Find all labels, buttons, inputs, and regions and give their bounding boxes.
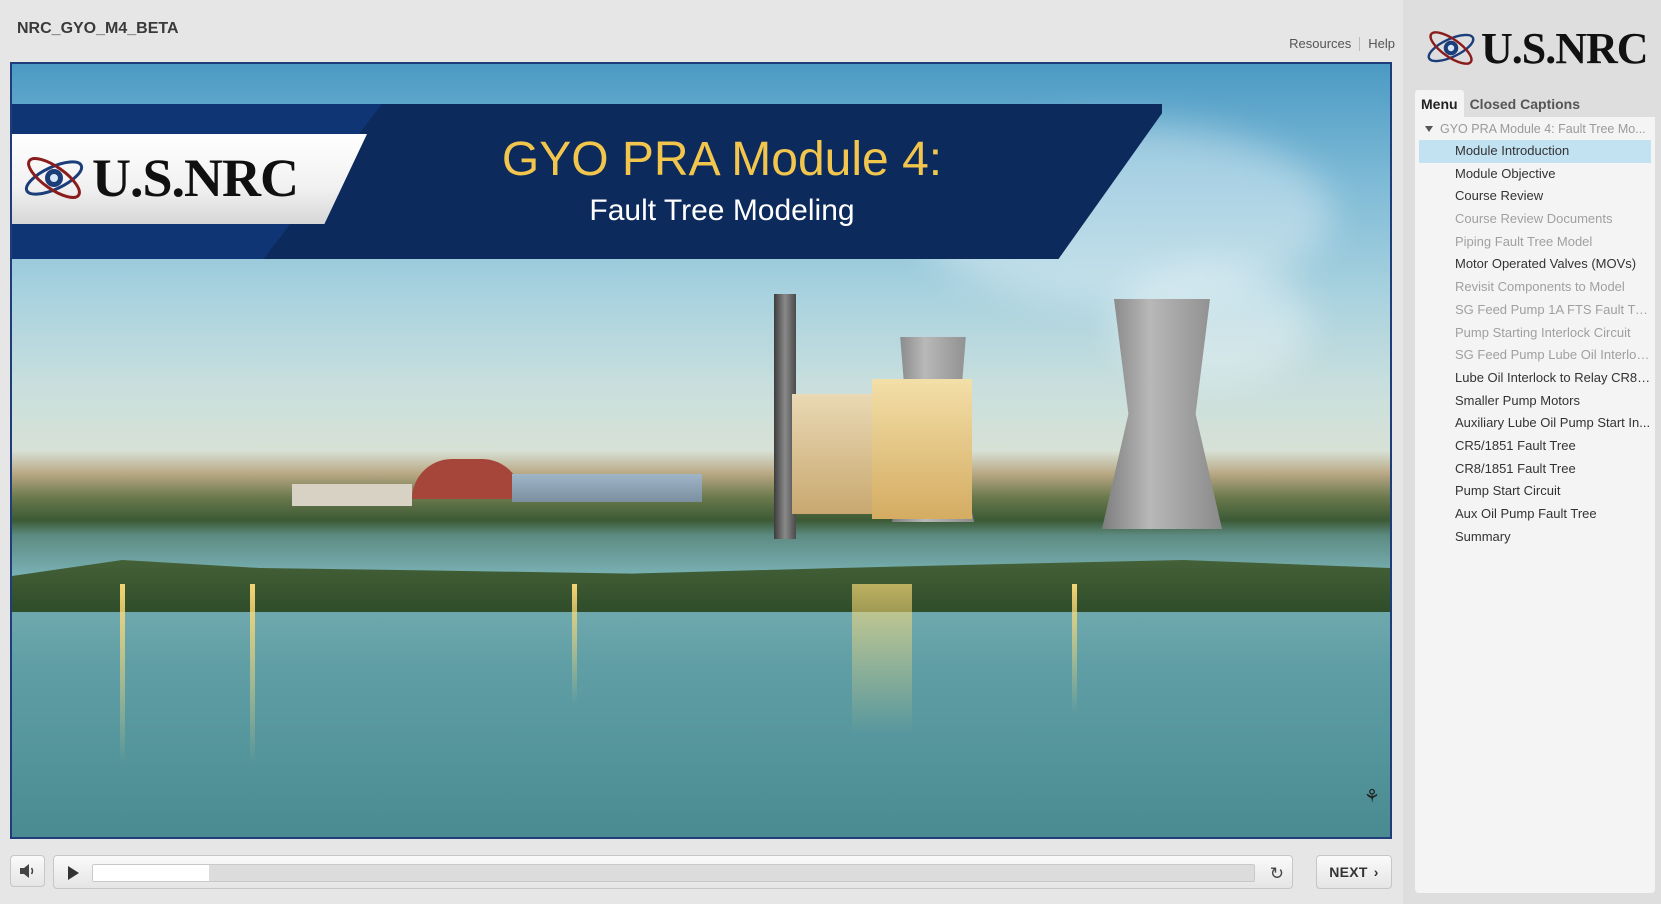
- menu-item[interactable]: Auxiliary Lube Oil Pump Start In...: [1419, 412, 1651, 435]
- menu-item[interactable]: SG Feed Pump Lube Oil Interloc...: [1419, 344, 1651, 367]
- menu-item[interactable]: Module Objective: [1419, 163, 1651, 186]
- help-link[interactable]: Help: [1368, 36, 1395, 51]
- progress-fill: [93, 865, 210, 881]
- hills: [12, 560, 1390, 612]
- menu-item[interactable]: Piping Fault Tree Model: [1419, 231, 1651, 254]
- light-reflection: [120, 584, 125, 764]
- light-reflection: [852, 584, 912, 734]
- tab-closed-captions[interactable]: Closed Captions: [1464, 90, 1586, 117]
- next-label: NEXT: [1329, 864, 1368, 880]
- menu-item[interactable]: Course Review: [1419, 185, 1651, 208]
- slide-logo-text: U.S.NRC: [92, 148, 299, 208]
- menu-item[interactable]: CR5/1851 Fault Tree: [1419, 435, 1651, 458]
- menu-item[interactable]: Summary: [1419, 526, 1651, 549]
- menu-item[interactable]: Module Introduction: [1419, 140, 1651, 163]
- light-reflection: [250, 584, 255, 764]
- menu-panel: GYO PRA Module 4: Fault Tree Mo... Modul…: [1415, 117, 1655, 893]
- progress-track[interactable]: [92, 864, 1255, 882]
- triangle-down-icon: [1425, 126, 1433, 132]
- light-reflection: [572, 584, 577, 704]
- replay-icon[interactable]: ↻: [1270, 864, 1284, 884]
- slide-title: GYO PRA Module 4:: [501, 133, 943, 186]
- plant-building: [512, 474, 702, 502]
- sidebar-logo-text: U.S.NRC: [1481, 23, 1649, 73]
- sidebar: U.S.NRC Menu Closed Captions GYO PRA Mod…: [1403, 0, 1661, 904]
- seekbar: ↻: [53, 855, 1293, 889]
- next-button[interactable]: NEXT ›: [1316, 855, 1392, 889]
- slide-subtitle: Fault Tree Modeling: [589, 194, 855, 227]
- play-icon[interactable]: [68, 866, 79, 880]
- chevron-right-icon: ›: [1373, 864, 1379, 880]
- menu-root-item[interactable]: GYO PRA Module 4: Fault Tree Mo...: [1421, 120, 1649, 138]
- menu-item[interactable]: Pump Start Circuit: [1419, 480, 1651, 503]
- plant-building: [292, 484, 412, 506]
- menu-root-label: GYO PRA Module 4: Fault Tree Mo...: [1440, 122, 1646, 136]
- menu-item[interactable]: Motor Operated Valves (MOVs): [1419, 253, 1651, 276]
- menu-item[interactable]: Smaller Pump Motors: [1419, 390, 1651, 413]
- slide-stage: U.S.NRC GYO PRA Module 4: Fault Tree Mod…: [10, 62, 1392, 839]
- menu-item[interactable]: Course Review Documents: [1419, 208, 1651, 231]
- tab-menu[interactable]: Menu: [1415, 90, 1464, 117]
- atom-logo-icon: [24, 157, 84, 199]
- plant-building: [872, 379, 972, 519]
- menu-item[interactable]: CR8/1851 Fault Tree: [1419, 458, 1651, 481]
- top-links: Resources Help: [1289, 36, 1395, 51]
- menu-item[interactable]: Lube Oil Interlock to Relay CR8/...: [1419, 367, 1651, 390]
- menu-item[interactable]: Pump Starting Interlock Circuit: [1419, 322, 1651, 345]
- speaker-icon: [19, 864, 33, 878]
- volume-button[interactable]: [10, 855, 45, 887]
- sidebar-tabs: Menu Closed Captions: [1415, 90, 1586, 117]
- plant-building: [792, 394, 882, 514]
- slide-logo: U.S.NRC: [20, 142, 299, 214]
- dome-building: [412, 459, 522, 499]
- link-divider: [1359, 36, 1361, 51]
- player-area: NRC_GYO_M4_BETA Resources Help U.S.NRC G…: [0, 0, 1402, 904]
- cooling-tower: [1102, 299, 1222, 529]
- resources-link[interactable]: Resources: [1289, 36, 1351, 51]
- course-title: NRC_GYO_M4_BETA: [17, 20, 179, 37]
- plant-sprig-icon: ⚘: [1363, 786, 1380, 807]
- menu-item[interactable]: Revisit Components to Model: [1419, 276, 1651, 299]
- light-reflection: [1072, 584, 1077, 714]
- atom-logo-icon: [1427, 31, 1475, 65]
- menu-list: Module Introduction Module Objective Cours…: [1419, 140, 1651, 548]
- menu-item[interactable]: SG Feed Pump 1A FTS Fault Tre...: [1419, 299, 1651, 322]
- menu-item[interactable]: Aux Oil Pump Fault Tree: [1419, 503, 1651, 526]
- sidebar-logo: U.S.NRC: [1423, 20, 1649, 76]
